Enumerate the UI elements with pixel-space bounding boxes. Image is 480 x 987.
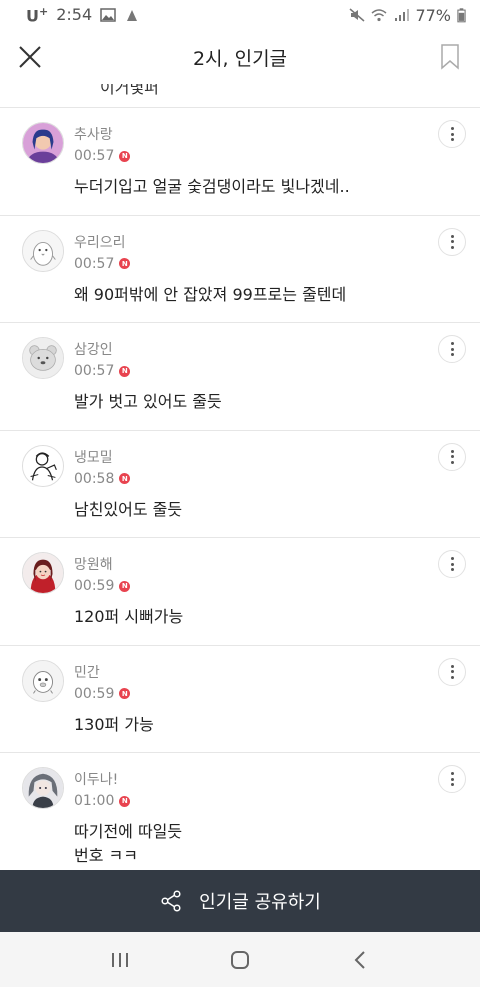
recent-apps-icon — [112, 952, 128, 967]
app-notification-icon — [127, 9, 138, 21]
battery-percent: 77% — [415, 5, 451, 25]
status-bar: U+ 2:54 77% — [0, 0, 480, 30]
share-button[interactable]: 인기글 공유하기 — [0, 870, 480, 932]
comment-time: 00:57 — [74, 148, 115, 164]
comment-meta: 01:00 N — [74, 793, 131, 809]
home-button[interactable] — [220, 940, 260, 980]
comment-username[interactable]: 이두나! — [74, 769, 118, 789]
signal-icon — [395, 9, 410, 21]
comment-time: 00:58 — [74, 470, 115, 487]
partial-comment-text: 이거몇퍼 — [100, 84, 159, 97]
bear-avatar[interactable] — [22, 337, 64, 379]
wifi-icon — [371, 9, 387, 22]
more-options-button[interactable] — [438, 442, 466, 471]
comment-text: 따기전에 따일듯 번호 ㅋㅋ — [74, 822, 183, 865]
new-badge-icon: N — [119, 473, 131, 484]
back-button[interactable] — [340, 940, 380, 980]
new-badge-icon: N — [119, 365, 131, 377]
anime-avatar[interactable] — [22, 767, 64, 809]
mute-icon — [349, 8, 365, 22]
comment-time: 00:57 — [74, 363, 115, 379]
comment-username[interactable]: 추사랑 — [74, 124, 113, 144]
penguin-avatar[interactable] — [22, 229, 64, 272]
more-options-button[interactable] — [438, 765, 466, 793]
new-badge-icon: N — [119, 258, 131, 269]
comment-text: 누더기입고 얼굴 숯검댕이라도 빛나겠네.. — [74, 177, 350, 196]
comment-text: 남친있어도 줄듯 — [74, 499, 183, 519]
comment-username[interactable]: 민간 — [74, 662, 100, 682]
system-nav-bar — [0, 932, 480, 987]
new-badge-icon: N — [119, 688, 131, 699]
more-options-button[interactable] — [438, 550, 466, 578]
comment-item: 망원해 00:59 N 120퍼 시뻐가능 — [0, 538, 480, 646]
comment-item: 삼강인 00:57 N 발가 벗고 있어도 줄듯 — [0, 323, 480, 431]
comment-meta: 00:59 N — [74, 685, 131, 702]
recent-apps-button[interactable] — [100, 940, 140, 980]
comment-item: 우리으리 00:57 N 왜 90퍼밖에 안 잡았져 99프로는 줄텐데 — [0, 216, 480, 323]
bookmark-icon[interactable] — [440, 43, 460, 70]
battery-icon — [457, 7, 466, 22]
more-options-button[interactable] — [438, 335, 466, 363]
more-options-button[interactable] — [438, 227, 466, 256]
comment-username[interactable]: 우리으리 — [74, 232, 126, 252]
photo-girl-avatar[interactable] — [22, 122, 64, 164]
home-icon — [231, 950, 249, 969]
comment-text: 발가 벗고 있어도 줄듯 — [74, 392, 222, 411]
comment-meta: 00:57 N — [74, 363, 131, 379]
comment-item: 이두나! 01:00 N 따기전에 따일듯 번호 ㅋㅋ — [0, 753, 480, 870]
carrier-label: U+ — [26, 4, 49, 26]
comment-item: 추사랑 00:57 N 누더기입고 얼굴 숯검댕이라도 빛나겠네.. — [0, 108, 480, 216]
comment-text: 130퍼 가능 — [74, 714, 154, 734]
comment-time: 00:57 — [74, 255, 115, 272]
share-icon — [161, 890, 181, 912]
share-button-label: 인기글 공유하기 — [199, 892, 321, 913]
comment-meta: 00:57 N — [74, 255, 131, 272]
status-time: 2:54 — [56, 5, 93, 25]
page-title: 2시, 인기글 — [192, 48, 288, 70]
comment-username[interactable]: 삼강인 — [74, 339, 113, 359]
comment-meta: 00:58 N — [74, 470, 131, 487]
comment-item: 냉모밀 00:58 N 남친있어도 줄듯 — [0, 431, 480, 538]
status-right: 77% — [349, 6, 466, 25]
comment-time: 00:59 — [74, 578, 115, 594]
gallery-icon — [100, 8, 116, 22]
red-hood-avatar[interactable] — [22, 552, 64, 594]
comment-text: 120퍼 시뻐가능 — [74, 607, 184, 626]
new-badge-icon: N — [119, 580, 131, 592]
comment-time: 01:00 — [74, 793, 115, 809]
new-badge-icon: N — [119, 795, 131, 807]
more-options-button[interactable] — [438, 120, 466, 148]
new-badge-icon: N — [119, 150, 131, 162]
sketch-avatar[interactable] — [22, 444, 64, 487]
comment-username[interactable]: 망원해 — [74, 554, 113, 574]
comment-item: 민간 00:59 N 130퍼 가능 — [0, 646, 480, 753]
app-bar: 2시, 인기글 — [0, 30, 480, 84]
status-left: U+ 2:54 — [26, 5, 140, 25]
comment-feed[interactable]: 이거몇퍼 추사랑 00:57 N 누더기입고 얼굴 숯검댕이라도 빛나겠네.. … — [0, 84, 480, 870]
comment-meta: 00:59 N — [74, 578, 131, 594]
comment-username[interactable]: 냉모밀 — [74, 447, 113, 467]
partial-comment-row: 이거몇퍼 — [0, 84, 480, 108]
more-options-button[interactable] — [438, 657, 466, 686]
back-icon — [354, 950, 365, 969]
comment-meta: 00:57 N — [74, 148, 131, 164]
chick-avatar[interactable] — [22, 659, 64, 702]
comment-text: 왜 90퍼밖에 안 잡았져 99프로는 줄텐데 — [74, 284, 347, 304]
comment-time: 00:59 — [74, 685, 115, 702]
